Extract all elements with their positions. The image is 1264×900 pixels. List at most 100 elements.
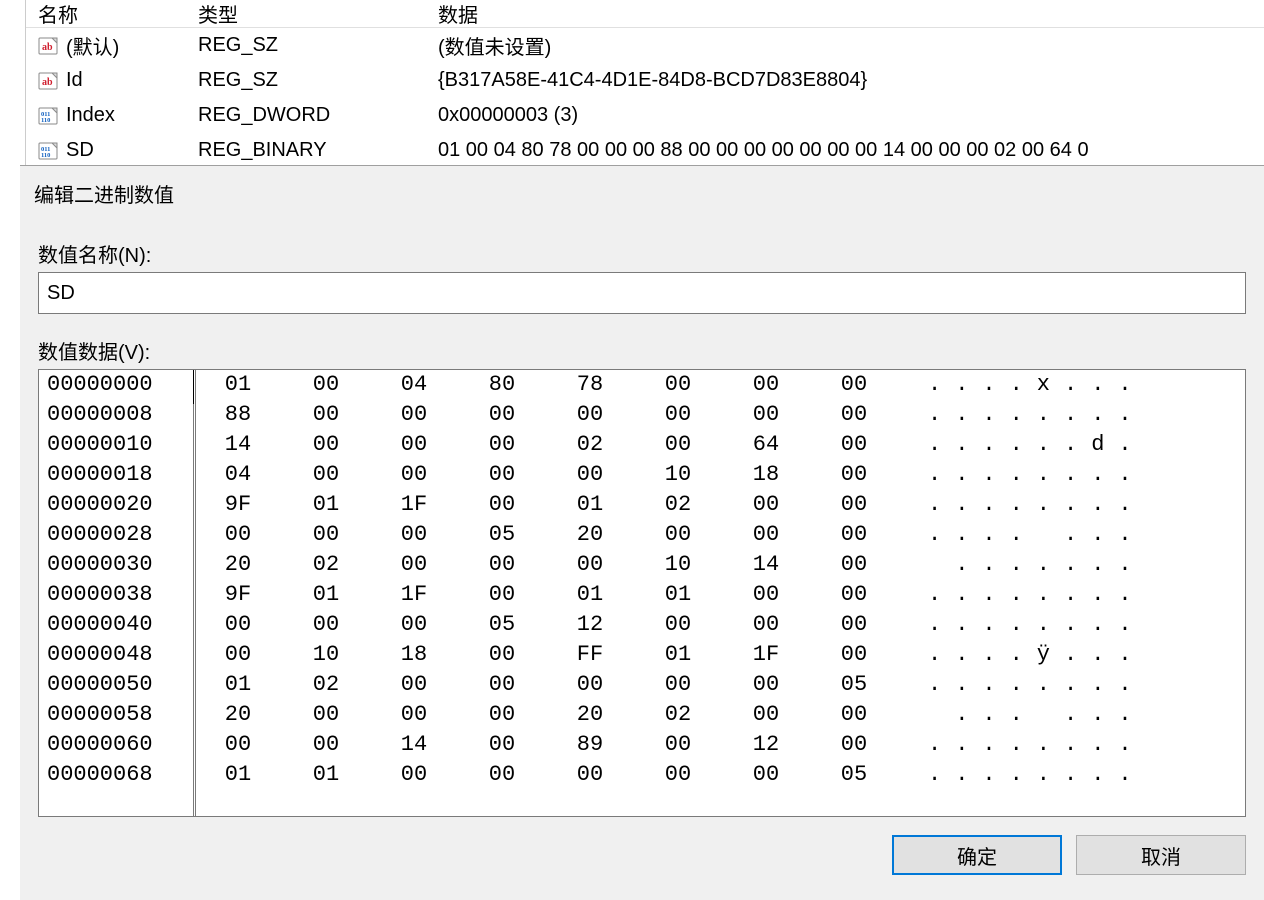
hex-byte[interactable]: 01 [282,760,370,790]
col-header-data[interactable]: 数据 [438,0,1264,28]
hex-byte[interactable]: 01 [634,580,722,610]
hex-byte[interactable]: 18 [370,640,458,670]
hex-row[interactable]: 000000600000140089001200........ [39,730,1245,760]
hex-byte[interactable]: 01 [634,640,722,670]
hex-byte[interactable]: 00 [810,520,898,550]
hex-row[interactable]: 000000000100048078000000....x... [39,370,1245,400]
hex-byte[interactable]: 00 [282,610,370,640]
hex-byte[interactable]: 00 [458,490,546,520]
hex-byte[interactable]: 00 [810,490,898,520]
hex-byte[interactable]: 00 [722,370,810,400]
hex-byte[interactable]: 05 [458,610,546,640]
hex-byte[interactable]: 00 [810,640,898,670]
ok-button[interactable]: 确定 [892,835,1062,875]
hex-row[interactable]: 000000680101000000000005........ [39,760,1245,790]
hex-byte[interactable]: 1F [722,640,810,670]
hex-row[interactable]: 000000500102000000000005........ [39,670,1245,700]
hex-byte[interactable]: 00 [194,640,282,670]
hex-byte[interactable]: 10 [634,550,722,580]
hex-row[interactable]: 000000400000000512000000........ [39,610,1245,640]
hex-byte[interactable]: 00 [370,610,458,640]
hex-byte[interactable]: 02 [282,670,370,700]
hex-byte[interactable]: 64 [722,430,810,460]
hex-byte[interactable]: 00 [634,670,722,700]
registry-row[interactable]: ab(默认)REG_SZ(数值未设置) [26,28,1264,63]
hex-byte[interactable]: 00 [722,670,810,700]
hex-byte[interactable]: 00 [370,670,458,700]
close-button[interactable] [1200,174,1250,214]
hex-byte[interactable]: 00 [546,400,634,430]
hex-byte[interactable]: 00 [458,730,546,760]
hex-byte[interactable]: 02 [282,550,370,580]
hex-byte[interactable]: 00 [634,760,722,790]
registry-row[interactable]: 011110SDREG_BINARY01 00 04 80 78 00 00 0… [26,133,1264,168]
hex-byte[interactable]: 00 [458,430,546,460]
hex-byte[interactable]: 01 [194,370,282,400]
hex-byte[interactable]: 20 [194,700,282,730]
hex-byte[interactable]: 00 [194,730,282,760]
hex-byte[interactable]: 00 [810,370,898,400]
hex-byte[interactable]: 00 [546,670,634,700]
col-header-type[interactable]: 类型 [198,0,438,28]
hex-byte[interactable]: 80 [458,370,546,400]
cancel-button[interactable]: 取消 [1076,835,1246,875]
hex-byte[interactable]: 00 [282,700,370,730]
hex-byte[interactable]: 1F [370,490,458,520]
hex-byte[interactable]: 00 [810,580,898,610]
hex-row[interactable]: 000000582000000020020000 ... ... [39,700,1245,730]
hex-byte[interactable]: 00 [282,400,370,430]
hex-byte[interactable]: 00 [546,760,634,790]
hex-row[interactable]: 000000101400000002006400......d. [39,430,1245,460]
hex-byte[interactable]: 20 [546,700,634,730]
hex-byte[interactable]: 00 [370,550,458,580]
hex-row[interactable]: 000000088800000000000000........ [39,400,1245,430]
hex-byte[interactable]: 01 [546,580,634,610]
hex-byte[interactable]: 01 [546,490,634,520]
hex-row[interactable]: 0000004800101800FF011F00....ÿ... [39,640,1245,670]
hex-byte[interactable]: 14 [194,430,282,460]
hex-byte[interactable]: 00 [634,430,722,460]
hex-byte[interactable]: 00 [634,730,722,760]
hex-byte[interactable]: 9F [194,580,282,610]
hex-editor[interactable]: 000000000100048078000000....x...00000008… [38,369,1246,817]
hex-byte[interactable]: 00 [810,460,898,490]
hex-byte[interactable]: 12 [722,730,810,760]
hex-byte[interactable]: 10 [634,460,722,490]
hex-byte[interactable]: 20 [194,550,282,580]
hex-byte[interactable]: 00 [282,730,370,760]
hex-byte[interactable]: 20 [546,520,634,550]
hex-byte[interactable]: 00 [370,460,458,490]
hex-byte[interactable]: 02 [634,490,722,520]
hex-byte[interactable]: 00 [810,730,898,760]
hex-byte[interactable]: 04 [194,460,282,490]
hex-byte[interactable]: 04 [370,370,458,400]
hex-byte[interactable]: 00 [546,460,634,490]
hex-byte[interactable]: FF [546,640,634,670]
hex-byte[interactable]: 00 [370,430,458,460]
hex-byte[interactable]: 1F [370,580,458,610]
hex-row[interactable]: 000000302002000000101400 ....... [39,550,1245,580]
hex-byte[interactable]: 00 [282,520,370,550]
hex-byte[interactable]: 00 [634,400,722,430]
hex-byte[interactable]: 00 [810,430,898,460]
hex-byte[interactable]: 00 [458,760,546,790]
hex-byte[interactable]: 00 [810,700,898,730]
hex-byte[interactable]: 00 [722,610,810,640]
hex-byte[interactable]: 00 [722,760,810,790]
hex-byte[interactable]: 02 [546,430,634,460]
hex-byte[interactable]: 00 [458,580,546,610]
hex-byte[interactable]: 00 [282,460,370,490]
registry-row[interactable]: 011110IndexREG_DWORD0x00000003 (3) [26,98,1264,133]
hex-byte[interactable]: 00 [370,760,458,790]
hex-byte[interactable]: 00 [458,550,546,580]
hex-byte[interactable]: 14 [722,550,810,580]
value-name-input[interactable] [38,272,1246,314]
hex-byte[interactable]: 9F [194,490,282,520]
hex-byte[interactable]: 01 [282,580,370,610]
hex-byte[interactable]: 00 [810,610,898,640]
hex-byte[interactable]: 00 [282,370,370,400]
hex-row[interactable]: 000000280000000520000000.... ... [39,520,1245,550]
hex-byte[interactable]: 00 [370,700,458,730]
registry-row[interactable]: abIdREG_SZ{B317A58E-41C4-4D1E-84D8-BCD7D… [26,63,1264,98]
hex-byte[interactable]: 00 [810,550,898,580]
